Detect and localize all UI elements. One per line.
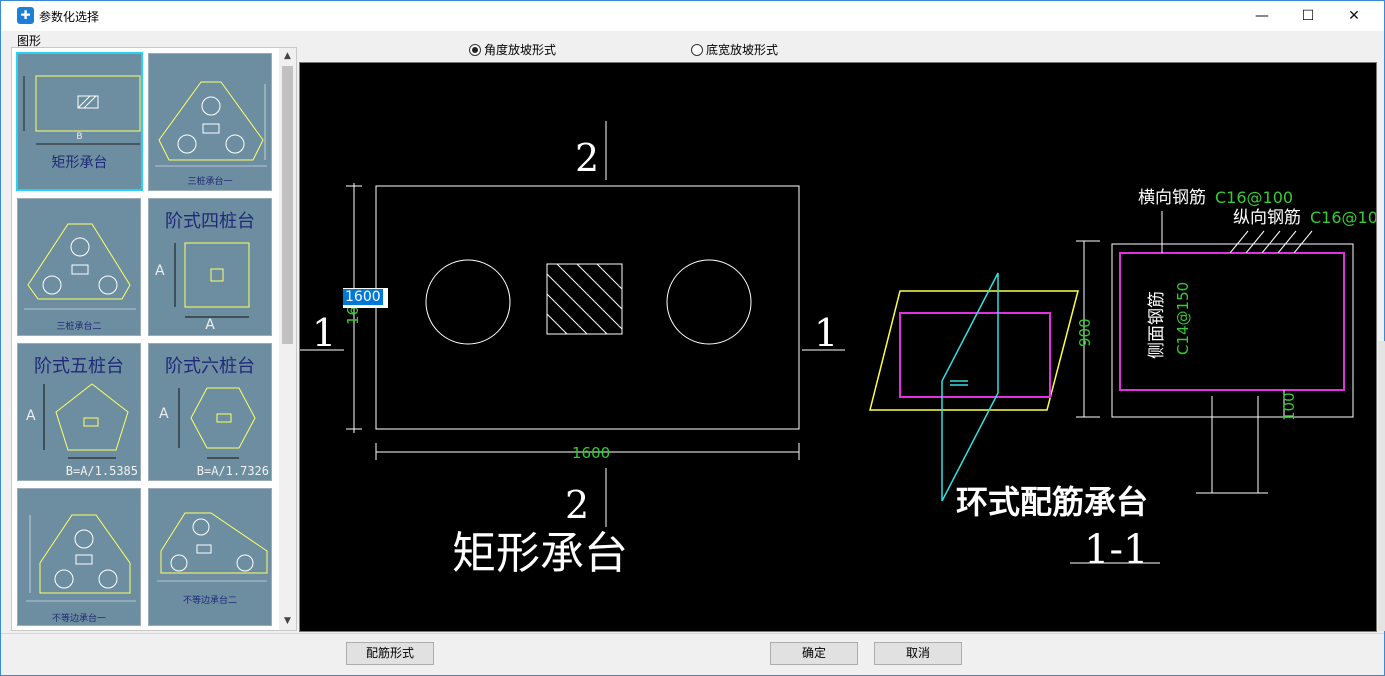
plan-width-dimension: 1600 [572, 444, 610, 462]
dialog-window: ✚ 参数化选择 — ☐ ✕ 图形 B 矩形承台 三桩承台一 三桩承台二 阶式四桩… [0, 0, 1385, 676]
three-pile-cap-1-preview [155, 81, 267, 167]
height-dimension-edit-field[interactable]: 1600 [343, 288, 388, 308]
three-pile-cap-2-preview [24, 223, 136, 310]
thumb-caption: 不等边承台一 [51, 614, 106, 624]
scroll-up-arrow-icon[interactable]: ▲ [279, 48, 296, 65]
title-bar: ✚ 参数化选择 — ☐ ✕ [1, 1, 1384, 31]
maximize-button[interactable]: ☐ [1285, 1, 1331, 31]
minimize-button[interactable]: — [1239, 1, 1285, 31]
section-bottom-dimension: 100 [1280, 392, 1298, 421]
dialog-button-bar: 配筋形式 确定 取消 [1, 633, 1384, 669]
thumb-stepped-six-pile[interactable]: 阶式六桩台 A B=A/1.7326 [148, 343, 272, 481]
radio-angle-slope[interactable]: 角度放坡形式 [469, 41, 556, 58]
transverse-rebar-label: 横向钢筋 [1138, 188, 1206, 208]
thumb-unequal-cap-2[interactable]: 不等边承台二 [148, 488, 272, 626]
app-logo-icon: ✚ [17, 7, 34, 24]
cad-drawing: 2 2 1 1 1600 16 矩形承台 横向钢筋 C16@100 纵向钢筋 C… [300, 121, 1377, 579]
thumb-formula: B=A/1.7326 [196, 464, 269, 478]
isometric-sketch [869, 272, 1079, 502]
shape-thumbnail-list[interactable]: B 矩形承台 三桩承台一 三桩承台二 阶式四桩台 A A 阶式五桩台 A B=A… [11, 47, 297, 631]
thumb-caption: 不等边承台二 [182, 596, 237, 606]
radio-bottom-width-slope-label: 底宽放坡形式 [706, 43, 779, 57]
longitudinal-rebar-value: C16@100 [1310, 208, 1377, 227]
section-title: 环式配筋承台 [956, 483, 1148, 521]
plan-section-mark-bottom: 2 [565, 483, 589, 527]
window-title: 参数化选择 [39, 10, 100, 24]
height-dimension-edit-value: 1600 [343, 289, 383, 305]
radio-bottom-width-slope[interactable]: 底宽放坡形式 [691, 41, 778, 58]
thumb-formula: B=A/1.5385 [65, 464, 138, 478]
transverse-rebar-value: C16@100 [1215, 188, 1293, 207]
thumb-dim-a: A [159, 406, 169, 422]
thumb-dim-a-horizontal: A [205, 317, 215, 333]
thumb-stepped-four-pile[interactable]: 阶式四桩台 A A [148, 198, 272, 336]
scroll-down-arrow-icon[interactable]: ▼ [279, 613, 296, 630]
thumb-three-pile-cap-1[interactable]: 三桩承台一 [148, 53, 272, 191]
slope-form-options: 角度放坡形式 底宽放坡形式 [299, 36, 1377, 60]
thumb-caption: 三桩承台二 [56, 322, 102, 332]
rebar-form-button[interactable]: 配筋形式 [346, 642, 434, 665]
thumb-unequal-cap-1[interactable]: 不等边承台一 [17, 488, 141, 626]
thumb-caption: 矩形承台 [51, 155, 108, 171]
side-rebar-label: 侧面钢筋 [1147, 291, 1167, 359]
plan-section-mark-top: 2 [575, 136, 599, 180]
cancel-button[interactable]: 取消 [874, 642, 962, 665]
close-button[interactable]: ✕ [1331, 1, 1377, 31]
plan-section-mark-left: 1 [312, 311, 336, 355]
thumb-caption: 三桩承台一 [187, 177, 233, 187]
side-rebar-value: C14@150 [1174, 282, 1192, 355]
thumb-dim-b: B [76, 132, 83, 142]
longitudinal-rebar-label: 纵向钢筋 [1233, 208, 1301, 228]
radio-checked-icon [469, 43, 481, 56]
plan-view [300, 121, 845, 527]
plan-height-dimension: 16 [344, 306, 362, 325]
thumb-three-pile-cap-2[interactable]: 三桩承台二 [17, 198, 141, 336]
stepped-four-pile-preview [174, 242, 250, 318]
thumb-rect-cap[interactable]: B 矩形承台 [16, 52, 143, 191]
section-name: 1-1 [1084, 527, 1148, 573]
thumb-stepped-five-pile[interactable]: 阶式五桩台 A B=A/1.5385 [17, 343, 141, 481]
stepped-five-pile-preview [43, 383, 129, 459]
thumb-dim-a: A [26, 408, 36, 424]
cad-preview-canvas[interactable]: 2 2 1 1 1600 16 矩形承台 横向钢筋 C16@100 纵向钢筋 C… [299, 62, 1377, 632]
radio-angle-slope-label: 角度放坡形式 [484, 43, 557, 57]
plan-title: 矩形承台 [452, 528, 628, 579]
scroll-thumb[interactable] [282, 66, 293, 344]
section-height-dimension: 900 [1076, 318, 1094, 347]
plan-section-mark-right: 1 [814, 311, 838, 355]
thumbnail-scrollbar[interactable]: ▲ ▼ [279, 48, 296, 630]
unequal-cap-1-preview [26, 514, 136, 602]
radio-unchecked-icon [691, 43, 703, 56]
ok-button[interactable]: 确定 [770, 642, 858, 665]
background-edge [1378, 341, 1385, 631]
thumb-dim-a-vertical: A [155, 263, 165, 279]
